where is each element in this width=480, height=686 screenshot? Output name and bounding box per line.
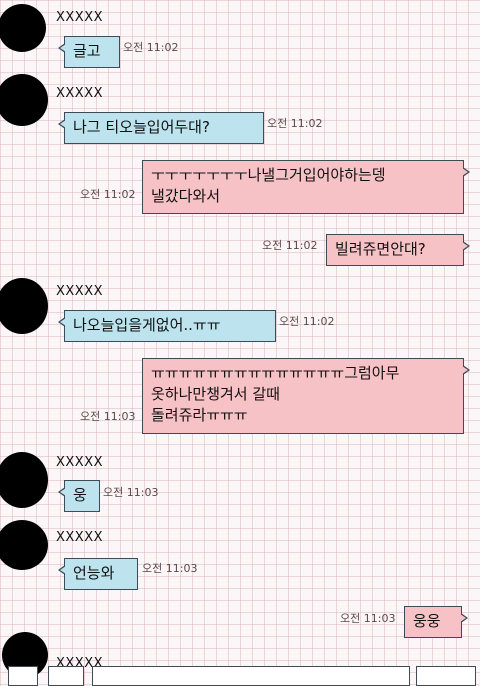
outgoing-message-bubble[interactable]: 웅웅: [404, 606, 468, 638]
sender-name: XXXXX: [56, 455, 104, 470]
partial-bubble: [48, 666, 84, 686]
sender-name: XXXXX: [56, 284, 104, 299]
sender-name: XXXXX: [56, 530, 104, 545]
avatar[interactable]: [0, 520, 48, 570]
partial-bubble: [8, 666, 38, 686]
outgoing-message-bubble[interactable]: ㅜㅜㅜㅜㅜㅜㅜ나낼그거입어야하는뎅 낼갔다와서: [142, 160, 470, 214]
message-time: 오전 11:02: [80, 188, 136, 201]
incoming-message-bubble[interactable]: 나그 티오늘입어두대?: [58, 112, 264, 144]
outgoing-message-bubble[interactable]: ㅠㅠㅠㅠㅠㅠㅠㅠㅠㅠㅠㅠㅠㅠ그럼아무 옷하나만챙겨서 갈때 돌려쥬라ㅠㅠㅠ: [142, 358, 470, 434]
message-time: 오전 11:03: [142, 562, 198, 575]
incoming-message-bubble[interactable]: 나오늘입을게없어..ㅠㅠ: [58, 310, 276, 342]
incoming-message-bubble[interactable]: 웅: [58, 480, 100, 512]
sender-name: XXXXX: [56, 86, 104, 101]
message-time: 오전 11:03: [80, 410, 136, 423]
outgoing-message-bubble[interactable]: 빌려쥬면안대?: [326, 234, 470, 266]
message-time: 오전 11:02: [123, 41, 179, 54]
message-time: 오전 11:02: [267, 117, 323, 130]
avatar[interactable]: [0, 278, 48, 334]
partial-bubble: [416, 666, 476, 686]
avatar[interactable]: [0, 4, 46, 52]
partial-bubble: [92, 666, 410, 686]
incoming-message-bubble[interactable]: 언능와: [58, 558, 138, 590]
message-time: 오전 11:02: [279, 315, 335, 328]
avatar[interactable]: [0, 74, 48, 126]
incoming-message-bubble[interactable]: 글고: [58, 36, 120, 68]
message-time: 오전 11:03: [340, 612, 396, 625]
avatar[interactable]: [0, 452, 48, 508]
message-time: 오전 11:03: [103, 486, 159, 499]
sender-name: XXXXX: [56, 10, 104, 25]
message-time: 오전 11:02: [262, 239, 318, 252]
